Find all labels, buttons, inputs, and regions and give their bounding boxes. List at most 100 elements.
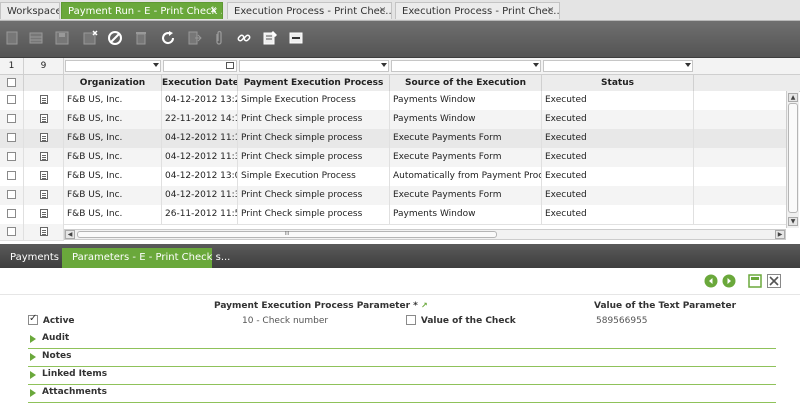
tab-workspace[interactable]: Workspace bbox=[0, 2, 60, 19]
param-value[interactable]: 10 - Check number bbox=[242, 316, 328, 326]
grid-view-icon[interactable] bbox=[26, 28, 46, 48]
save-close-icon[interactable] bbox=[80, 28, 100, 48]
cell-execution-date: 04-12-2012 11:1 bbox=[162, 129, 238, 148]
table-row[interactable]: F&B US, Inc. 22-11-2012 14:1 Print Check… bbox=[0, 110, 787, 130]
table-row[interactable]: F&B US, Inc. 04-12-2012 13:0 Simple Exec… bbox=[0, 167, 787, 187]
calendar-icon[interactable] bbox=[226, 62, 234, 69]
row-checkbox[interactable] bbox=[7, 114, 16, 123]
expand-icon[interactable] bbox=[30, 335, 36, 343]
tab-execution-process-1[interactable]: Execution Process - Print Chec... ✕ bbox=[227, 2, 392, 19]
tab-payment-run[interactable]: Payment Run - E - Print Check ... ✕ bbox=[61, 2, 223, 19]
save-icon[interactable] bbox=[52, 28, 72, 48]
section-audit[interactable]: Audit bbox=[28, 331, 776, 349]
row-checkbox[interactable] bbox=[7, 227, 16, 236]
scroll-down-icon[interactable]: ▼ bbox=[788, 217, 798, 226]
document-icon[interactable] bbox=[39, 209, 48, 218]
row-checkbox[interactable] bbox=[7, 152, 16, 161]
cell-process: Print Check simple process bbox=[238, 148, 390, 167]
value-of-check-label: Value of the Check bbox=[420, 315, 516, 326]
section-linked-items[interactable]: Linked Items bbox=[28, 367, 776, 385]
close-icon[interactable]: ✕ bbox=[546, 7, 555, 16]
organization-filter[interactable] bbox=[65, 60, 161, 72]
next-record-icon[interactable] bbox=[722, 274, 736, 288]
table-row[interactable]: F&B US, Inc. 04-12-2012 13:2 Simple Exec… bbox=[0, 91, 787, 111]
document-icon[interactable] bbox=[39, 152, 48, 161]
row-checkbox[interactable] bbox=[7, 190, 16, 199]
chevron-down-icon[interactable] bbox=[381, 63, 387, 67]
scroll-left-icon[interactable]: ◀ bbox=[65, 230, 75, 239]
form-view-icon[interactable] bbox=[286, 28, 306, 48]
section-notes[interactable]: Notes bbox=[28, 349, 776, 367]
tab-execution-process-2[interactable]: Execution Process - Print Chec... ✕ bbox=[395, 2, 560, 19]
document-icon[interactable] bbox=[39, 171, 48, 180]
tab-label: Payment Run - E - Print Check ... bbox=[68, 6, 223, 17]
header-organization[interactable]: Organization bbox=[64, 75, 162, 91]
select-all-checkbox[interactable] bbox=[7, 78, 16, 87]
document-icon[interactable] bbox=[39, 114, 48, 123]
vertical-scrollbar[interactable]: ▲ ▼ bbox=[786, 91, 799, 228]
vertical-scroll-thumb[interactable] bbox=[788, 103, 798, 213]
row-checkbox[interactable] bbox=[7, 209, 16, 218]
table-row[interactable]: F&B US, Inc. 04-12-2012 11:3 Print Check… bbox=[0, 186, 787, 206]
cell-organization: F&B US, Inc. bbox=[64, 205, 162, 224]
process-icon[interactable] bbox=[260, 28, 280, 48]
undo-icon[interactable] bbox=[105, 28, 125, 48]
header-source[interactable]: Source of the Execution bbox=[390, 75, 542, 91]
link-icon[interactable] bbox=[234, 28, 254, 48]
chevron-down-icon[interactable] bbox=[533, 63, 539, 67]
header-process[interactable]: Payment Execution Process bbox=[238, 75, 390, 91]
cell-organization: F&B US, Inc. bbox=[64, 91, 162, 110]
expand-icon[interactable] bbox=[30, 371, 36, 379]
maximize-icon[interactable] bbox=[748, 274, 762, 288]
process-filter[interactable] bbox=[239, 60, 389, 72]
document-icon[interactable] bbox=[39, 133, 48, 142]
document-icon[interactable] bbox=[39, 227, 48, 236]
value-of-check-checkbox[interactable] bbox=[406, 315, 416, 325]
document-icon[interactable] bbox=[39, 190, 48, 199]
cell-organization: F&B US, Inc. bbox=[64, 186, 162, 205]
table-row[interactable]: F&B US, Inc. 04-12-2012 11:1 Print Check… bbox=[0, 129, 787, 149]
cell-source: Execute Payments Form bbox=[390, 186, 542, 205]
table-row[interactable]: F&B US, Inc. 04-12-2012 11:3 Print Check… bbox=[0, 148, 787, 168]
close-icon[interactable]: ✕ bbox=[378, 7, 387, 16]
close-icon[interactable]: ✕ bbox=[209, 7, 218, 16]
scroll-right-icon[interactable]: ▶ bbox=[775, 230, 785, 239]
link-arrow-icon[interactable]: ↗ bbox=[421, 301, 428, 310]
delete-icon[interactable] bbox=[131, 28, 151, 48]
expand-icon[interactable] bbox=[30, 389, 36, 397]
table-row[interactable] bbox=[0, 224, 64, 241]
previous-record-icon[interactable] bbox=[704, 274, 718, 288]
new-document-icon[interactable] bbox=[2, 28, 22, 48]
cell-process: Print Check simple process bbox=[238, 205, 390, 224]
chevron-down-icon[interactable] bbox=[153, 63, 159, 67]
parameters-form: Payment Execution Process Parameter * ↗ … bbox=[0, 295, 800, 412]
tab-payments[interactable]: Payments bbox=[0, 248, 62, 268]
row-checkbox[interactable] bbox=[7, 133, 16, 142]
header-execution-date[interactable]: Execution Date bbox=[162, 75, 238, 91]
source-filter[interactable] bbox=[391, 60, 541, 72]
active-checkbox[interactable]: ✓ bbox=[28, 313, 38, 325]
refresh-icon[interactable] bbox=[158, 28, 178, 48]
cell-organization: F&B US, Inc. bbox=[64, 148, 162, 167]
active-label: Active bbox=[42, 315, 75, 326]
attach-icon[interactable] bbox=[209, 28, 229, 48]
text-param-value[interactable]: 589566955 bbox=[596, 316, 648, 326]
status-filter[interactable] bbox=[543, 60, 693, 72]
horizontal-scroll-thumb[interactable]: III bbox=[77, 231, 497, 238]
table-row[interactable]: F&B US, Inc. 26-11-2012 11:5 Print Check… bbox=[0, 205, 787, 225]
expand-icon[interactable] bbox=[30, 353, 36, 361]
document-icon[interactable] bbox=[39, 95, 48, 104]
horizontal-scrollbar[interactable]: ◀ III ▶ bbox=[64, 229, 786, 240]
scroll-up-icon[interactable]: ▲ bbox=[788, 93, 798, 102]
tab-parameters[interactable]: Parameters - E - Print Check s... bbox=[62, 248, 230, 268]
row-checkbox[interactable] bbox=[7, 95, 16, 104]
close-form-icon[interactable] bbox=[767, 274, 781, 288]
chevron-down-icon[interactable] bbox=[685, 63, 691, 67]
section-attachments[interactable]: Attachments bbox=[28, 385, 776, 403]
cell-status: Executed bbox=[542, 186, 694, 205]
header-status[interactable]: Status bbox=[542, 75, 694, 91]
export-icon[interactable] bbox=[184, 28, 204, 48]
execution-date-filter[interactable] bbox=[163, 60, 237, 72]
row-checkbox[interactable] bbox=[7, 171, 16, 180]
total-count: 9 bbox=[24, 58, 64, 74]
